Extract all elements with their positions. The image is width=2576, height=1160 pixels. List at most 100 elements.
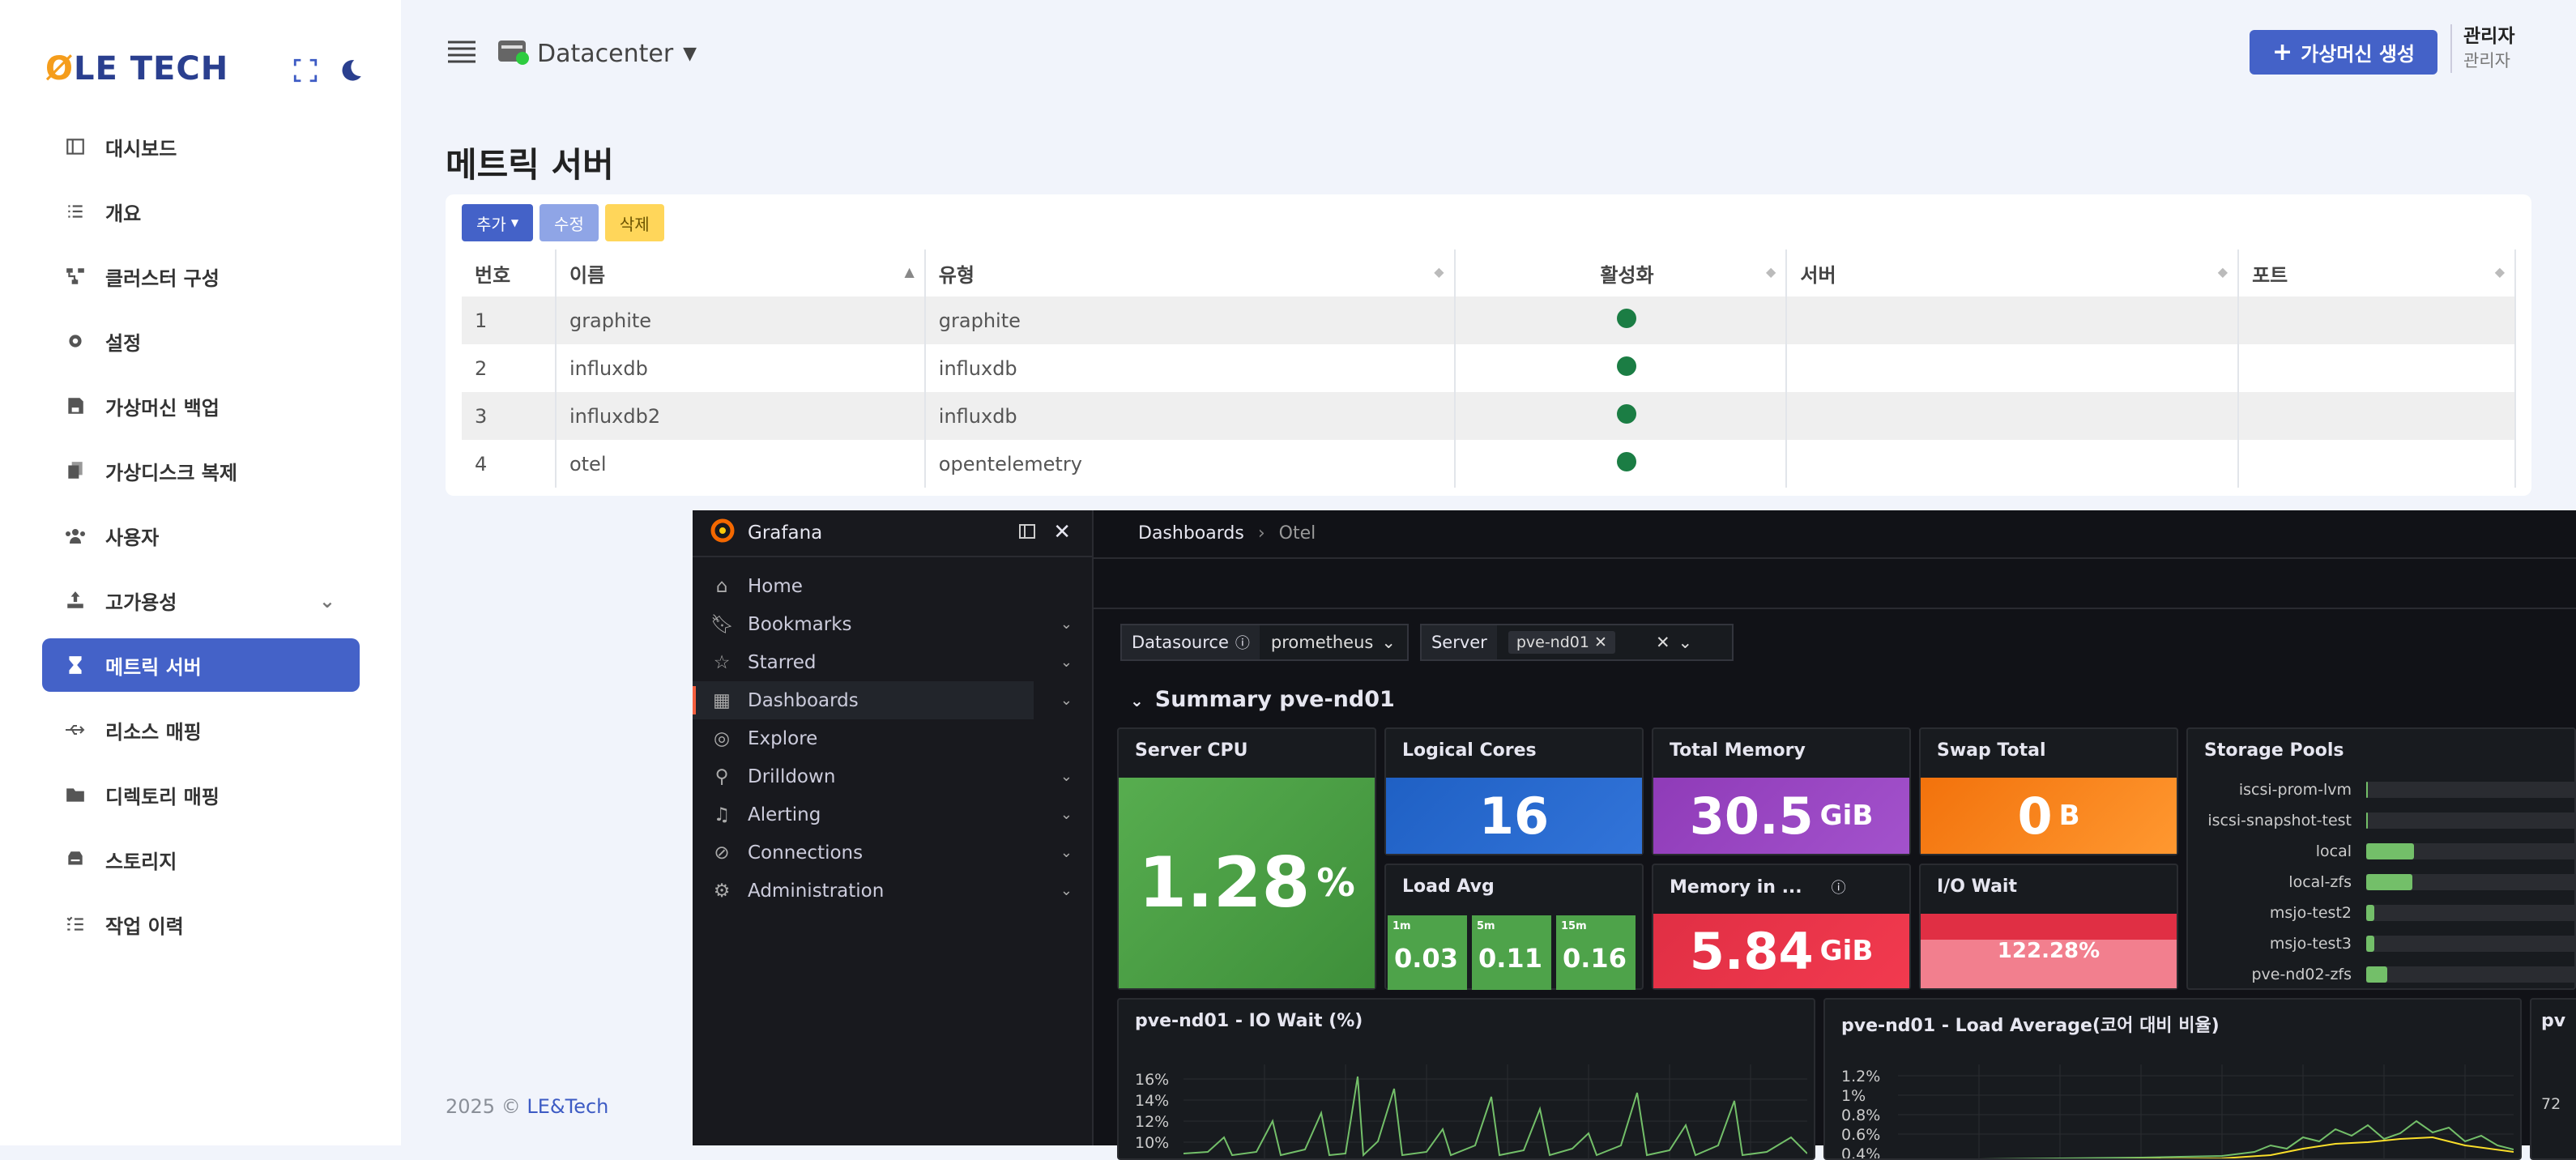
enabled-dot-icon xyxy=(1617,308,1637,328)
breadcrumb-otel[interactable]: Otel xyxy=(1279,523,1316,544)
storage-pools-panel[interactable]: Storage Pools iscsi-prom-lvm iscsi-snapsh… xyxy=(2186,727,2576,990)
sort-icon[interactable]: ▲ xyxy=(904,264,914,279)
dock-icon[interactable] xyxy=(1017,522,1037,546)
grafana-nav-item[interactable]: 🔖︎ Bookmarks ⌄ xyxy=(693,605,1092,643)
column-header[interactable]: 이름 ▲ xyxy=(555,249,926,296)
sidebar-item-0[interactable]: 대시보드 xyxy=(42,120,360,173)
chevron-down-icon[interactable]: ⌄ xyxy=(1060,844,1073,861)
logical-cores-panel[interactable]: Logical Cores 16 xyxy=(1384,727,1644,855)
chevron-down-icon[interactable]: ⌄ xyxy=(1060,654,1073,671)
sidebar-item-4[interactable]: 가상머신 백업 xyxy=(42,379,360,433)
grafana-nav-item[interactable]: ⊘ Connections ⌄ xyxy=(693,834,1092,872)
table-row[interactable]: 1 graphite graphite xyxy=(462,296,2516,344)
fullscreen-icon[interactable] xyxy=(292,57,319,87)
sort-icon[interactable]: ◆ xyxy=(1434,264,1444,279)
cores-value: 16 xyxy=(1478,786,1550,846)
sidebar-item-7[interactable]: 고가용성 ⌄ xyxy=(42,574,360,627)
sidebar-item-11[interactable]: 스토리지 xyxy=(42,833,360,886)
logo[interactable]: ØLE TECH xyxy=(45,50,228,87)
server-cpu-panel[interactable]: Server CPU 1.28% xyxy=(1117,727,1376,990)
y-tick-label: 12% xyxy=(1135,1113,1170,1131)
sidebar-item-5[interactable]: 가상디스크 복제 xyxy=(42,444,360,497)
io-wait-panel[interactable]: I/O Wait 122.28% xyxy=(1919,864,2178,990)
chevron-down-icon[interactable]: ⌄ xyxy=(1060,882,1073,899)
memory-in-use-panel[interactable]: Memory in ... ⓘ 5.84 GiB xyxy=(1652,864,1911,990)
chevron-down-icon[interactable]: ⌄ xyxy=(319,590,335,612)
sidebar-item-6[interactable]: 사용자 xyxy=(42,509,360,562)
sidebar: ØLE TECH 대시보드개요클러스터 구성설정가상머신 백업가상디스크 복제사… xyxy=(0,0,401,1145)
moon-icon[interactable] xyxy=(337,57,365,87)
breadcrumb-dashboards[interactable]: Dashboards xyxy=(1138,523,1244,544)
folder-icon xyxy=(63,783,87,807)
column-header-label: 번호 xyxy=(475,263,511,287)
row-title[interactable]: ⌄ Summary pve-nd01 xyxy=(1130,687,1395,712)
grafana-nav-item[interactable]: ⚙ Administration ⌄ xyxy=(693,872,1092,910)
chevron-down-icon: ⌄ xyxy=(1130,691,1144,710)
datacenter-selector[interactable]: Datacenter ▼ xyxy=(497,34,697,73)
menu-icon[interactable] xyxy=(446,39,477,68)
footer-company-link[interactable]: LE&Tech xyxy=(527,1095,608,1118)
sidebar-item-9[interactable]: 리소스 매핑 xyxy=(42,703,360,757)
grafana-nav-item[interactable]: ♫ Alerting ⌄ xyxy=(693,795,1092,834)
cell-no: 3 xyxy=(462,392,557,440)
storage-pool-name: local-zfs xyxy=(2288,873,2352,891)
user-menu[interactable]: 관리자 관리자 xyxy=(2450,24,2548,73)
cores-stat: 16 xyxy=(1386,778,1642,854)
swap-total-panel[interactable]: Swap Total 0B xyxy=(1919,727,2178,855)
server-variable[interactable]: Server pve-nd01 ✕ ✕ ⌄ xyxy=(1419,624,1734,661)
sidebar-item-8[interactable]: 메트릭 서버 xyxy=(42,638,360,692)
sidebar-item-1[interactable]: 개요 xyxy=(42,185,360,238)
total-memory-panel[interactable]: Total Memory 30.5 GiB xyxy=(1652,727,1911,855)
chevron-down-icon[interactable]: ⌄ xyxy=(1060,806,1073,823)
third-chart-panel[interactable]: pv 72 xyxy=(2530,998,2576,1160)
column-header[interactable]: 포트 ◆ xyxy=(2238,249,2516,296)
table-row[interactable]: 4 otel opentelemetry xyxy=(462,440,2516,488)
create-vm-button[interactable]: + 가상머신 생성 xyxy=(2250,30,2437,75)
sidebar-item-10[interactable]: 디렉토리 매핑 xyxy=(42,768,360,821)
sort-icon[interactable]: ◆ xyxy=(2495,264,2505,279)
storage-pool-row: iscsi-snapshot-test xyxy=(2188,805,2574,836)
grafana-logo-icon[interactable] xyxy=(710,518,735,548)
storage-pool-name: iscsi-prom-lvm xyxy=(2238,781,2352,799)
grafana-nav-item[interactable]: ⚲ Drilldown ⌄ xyxy=(693,757,1092,795)
table-row[interactable]: 3 influxdb2 influxdb xyxy=(462,392,2516,440)
column-header[interactable]: 유형 ◆ xyxy=(924,249,1456,296)
column-header[interactable]: 활성화 ◆ xyxy=(1454,249,1788,296)
sidebar-item-2[interactable]: 클러스터 구성 xyxy=(42,249,360,303)
panel-title: Server CPU xyxy=(1135,740,1248,761)
star-icon: ☆ xyxy=(713,651,731,673)
chevron-down-icon[interactable]: ⌄ xyxy=(1060,768,1073,785)
add-button[interactable]: 추가 ▼ xyxy=(462,204,534,241)
chevron-down-icon[interactable]: ⌄ xyxy=(1678,633,1693,652)
datasource-variable[interactable]: Datasource ⓘ prometheus ⌄ xyxy=(1120,624,1409,661)
table-row[interactable]: 2 influxdb influxdb xyxy=(462,344,2516,392)
logo-text: LE TECH xyxy=(74,50,229,87)
grafana-nav-label: Alerting xyxy=(748,804,821,825)
grafana-nav-item[interactable]: ⌂ Home xyxy=(693,567,1092,605)
grafana-nav-item[interactable]: ☆ Starred ⌄ xyxy=(693,643,1092,681)
sidebar-item-3[interactable]: 설정 xyxy=(42,314,360,368)
column-header[interactable]: 서버 ◆ xyxy=(1786,249,2240,296)
load-avg-panel[interactable]: Load Avg 1m 0.03 5m 0.11 15m 0.16 xyxy=(1384,864,1644,990)
chevron-down-icon[interactable]: ⌄ xyxy=(1060,692,1073,709)
close-icon[interactable]: ✕ xyxy=(1053,520,1071,544)
sort-icon[interactable]: ◆ xyxy=(1766,264,1776,279)
storage-pool-row: msjo-test3 xyxy=(2188,928,2574,959)
grafana-nav-item[interactable]: ▦ Dashboards ⌄ xyxy=(693,681,1073,719)
clear-icon[interactable]: ✕ xyxy=(1656,633,1670,652)
sidebar-item-12[interactable]: 작업 이력 xyxy=(42,898,360,951)
io-wait-chart-panel[interactable]: pve-nd01 - IO Wait (%) 16% 14% 12% 10% xyxy=(1117,998,1815,1160)
chevron-down-icon[interactable]: ⌄ xyxy=(1060,616,1073,633)
load-average-chart-panel[interactable]: pve-nd01 - Load Average(코어 대비 비율) 1.2% 1… xyxy=(1823,998,2522,1160)
server-chip[interactable]: pve-nd01 ✕ xyxy=(1508,631,1615,654)
edit-button[interactable]: 수정 xyxy=(540,204,599,241)
server-label: Server xyxy=(1421,625,1497,659)
sort-icon[interactable]: ◆ xyxy=(2218,264,2228,279)
delete-button[interactable]: 삭제 xyxy=(604,204,664,241)
grafana-nav-item[interactable]: ◎ Explore xyxy=(693,719,1092,757)
remove-icon[interactable]: ✕ xyxy=(1594,633,1607,651)
storage-pool-fill xyxy=(2366,812,2368,829)
column-header[interactable]: 번호 xyxy=(462,249,557,296)
cell-name: influxdb2 xyxy=(555,392,926,440)
sidebar-item-label: 클러스터 구성 xyxy=(105,267,220,290)
